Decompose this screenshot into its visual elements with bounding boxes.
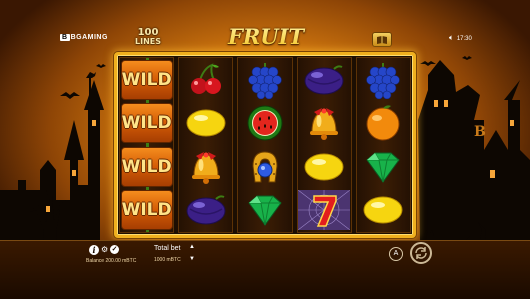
paytable-button[interactable] <box>372 32 392 47</box>
cherries-icon <box>190 63 221 94</box>
lemon-icon <box>186 109 226 137</box>
info-icon[interactable]: i <box>89 245 99 255</box>
horseshoe-symbol <box>239 147 291 187</box>
bell-symbol <box>180 147 232 187</box>
spin-button[interactable] <box>410 242 432 264</box>
reel-1: WILD WILD WILD WILD <box>119 57 175 233</box>
check-icon[interactable]: ✓ <box>110 245 119 254</box>
lines-label: LINES <box>135 37 161 46</box>
grapes-symbol <box>239 60 291 100</box>
autoplay-button[interactable]: A <box>389 247 403 261</box>
bell-icon <box>191 151 220 184</box>
lemon-icon <box>304 153 344 181</box>
emerald-icon <box>366 152 401 183</box>
speaker-icon[interactable]: 🔈︎ <box>449 33 454 42</box>
reel-1-symbol-4: WILD <box>120 190 173 231</box>
emerald-symbol <box>357 147 409 187</box>
bell-icon <box>310 108 339 141</box>
wild-symbol: WILD <box>120 146 173 187</box>
plum-symbol <box>180 190 232 230</box>
orange-icon <box>366 105 400 141</box>
reel-2 <box>178 57 234 233</box>
spin-arrows-icon <box>415 247 427 259</box>
reel-5 <box>355 57 412 233</box>
wild-symbol: WILD <box>120 59 173 100</box>
wild-symbol: WILD <box>120 103 173 144</box>
balance-display: Balance 200.00 mBTC <box>86 258 137 264</box>
watermelon-symbol <box>239 103 291 143</box>
orange-symbol <box>357 103 409 143</box>
brand-name: BGAMING <box>70 34 108 41</box>
seven-symbol <box>298 190 351 231</box>
grapes-icon <box>366 62 401 99</box>
lines-indicator: 100 LINES <box>128 27 168 47</box>
wild-symbol: WILD <box>120 190 173 231</box>
reels-area: WILD WILD WILD WILD <box>119 57 412 233</box>
bell-symbol <box>298 103 350 143</box>
paytable-icon <box>377 36 387 44</box>
lemon-icon <box>363 196 403 224</box>
gear-icon[interactable]: ⚙ <box>101 245 108 255</box>
seven-icon <box>298 190 351 231</box>
sound-control[interactable]: 🔈︎ 17:30 <box>449 33 472 43</box>
lemon-symbol <box>180 103 232 143</box>
bet-decrease-icon[interactable]: ▼ <box>189 256 195 262</box>
grapes-icon <box>248 62 282 99</box>
control-bar <box>0 240 530 299</box>
reel-1-symbol-2: WILD <box>120 103 173 144</box>
watermelon-icon <box>247 105 283 141</box>
svg-text:B: B <box>474 124 486 140</box>
reel-3 <box>237 57 293 233</box>
cherries-symbol <box>180 60 232 100</box>
brand-logo: B BGAMING <box>60 34 108 41</box>
reels-frame: WILD WILD WILD WILD <box>114 52 416 238</box>
clock-time: 17:30 <box>456 36 472 42</box>
lemon-symbol <box>357 190 409 230</box>
plum-symbol <box>298 60 350 100</box>
emerald-symbol <box>239 190 291 230</box>
top-bar: BBGAMING 100 LINES FRUIT MILLION 🔈︎17:30 <box>0 0 530 74</box>
plum-icon <box>304 65 344 95</box>
emerald-icon <box>248 195 282 227</box>
reel-4 <box>296 57 352 233</box>
bet-increase-icon[interactable]: ▲ <box>189 244 195 250</box>
grapes-symbol <box>357 60 409 100</box>
plum-icon <box>186 195 226 225</box>
reel-1-symbol-3: WILD <box>120 146 173 187</box>
horseshoe-icon <box>252 151 278 183</box>
lines-count: 100 <box>137 27 159 38</box>
total-bet-label: Total bet <box>154 245 181 252</box>
reel-1-symbol-1: WILD <box>120 59 173 100</box>
lemon-symbol <box>298 147 350 187</box>
total-bet-value: 1000 mBTC <box>154 257 181 263</box>
